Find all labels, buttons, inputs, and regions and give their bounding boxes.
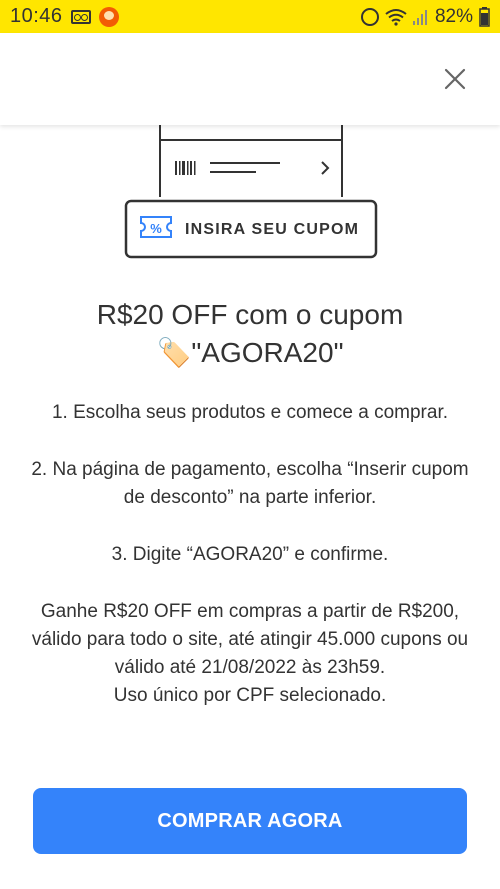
coupon-label: INSIRA SEU CUPOM	[185, 221, 359, 238]
status-right: 82%	[360, 5, 490, 28]
terms-text: Ganhe R$20 OFF em compras a partir de R$…	[31, 601, 469, 678]
status-bar: 10:46 82%	[0, 0, 500, 33]
chevron-right-icon	[321, 161, 330, 175]
battery-percentage: 82%	[434, 5, 473, 27]
title-line-1: R$20 OFF com o cupom	[96, 299, 404, 330]
modal-header	[0, 33, 500, 125]
step-2: 2. Na página de pagamento, escolha “Inse…	[31, 459, 469, 508]
buy-now-button[interactable]: COMPRAR AGORA	[33, 788, 467, 854]
promo-title: R$20 OFF com o cupom 🏷️"AGORA20"	[20, 296, 480, 372]
barcode-icon	[175, 161, 196, 175]
price-tag-icon: 🏷️	[156, 337, 192, 368]
step-3: 3. Digite “AGORA20” e confirme.	[111, 544, 389, 565]
terms-usage: Uso único por CPF selecionado.	[113, 685, 387, 706]
instructions: 1. Escolha seus produtos e comece a comp…	[20, 399, 480, 710]
coupon-code: "AGORA20"	[191, 337, 344, 368]
app-notification-icon	[98, 6, 119, 27]
battery-icon	[479, 6, 490, 27]
step-1: 1. Escolha seus produtos e comece a comp…	[51, 402, 449, 423]
alarm-icon	[360, 7, 379, 26]
signal-icon	[412, 9, 427, 25]
voicemail-icon	[70, 9, 91, 24]
status-left: 10:46	[10, 5, 119, 28]
title-line-2: 🏷️"AGORA20"	[20, 334, 480, 372]
coupon-illustration: % INSIRA SEU CUPOM	[124, 125, 378, 259]
status-time: 10:46	[10, 5, 63, 27]
wifi-icon	[385, 8, 407, 26]
close-icon[interactable]	[442, 66, 468, 92]
svg-text:%: %	[150, 221, 162, 236]
